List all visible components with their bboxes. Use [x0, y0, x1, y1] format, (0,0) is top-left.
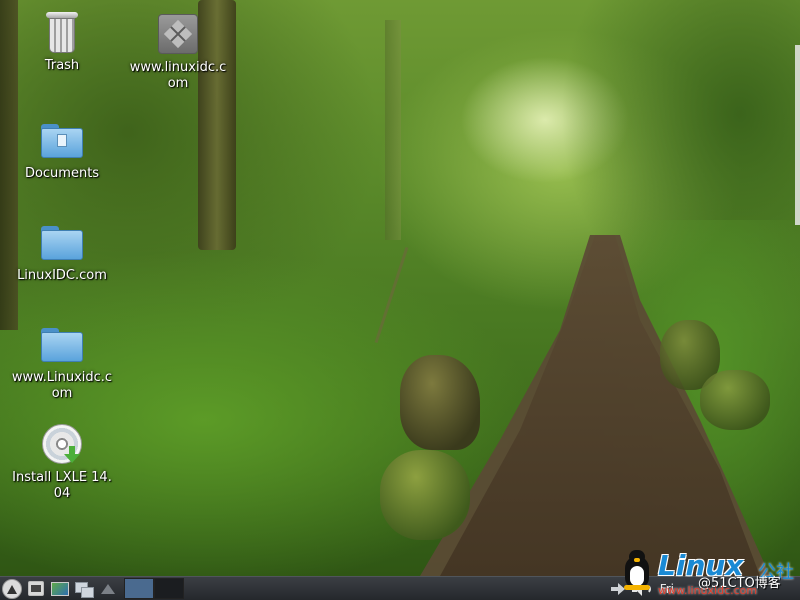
tray-network[interactable] — [606, 578, 630, 600]
desktop-wallpaper — [0, 0, 800, 576]
desktop-icon-label: Install LXLE 14.04 — [12, 470, 112, 501]
wallpaper-mossy-rock — [380, 450, 470, 540]
monitor-icon — [51, 581, 69, 596]
window-switcher-button[interactable] — [72, 578, 96, 600]
desktop-icon-install-lxle[interactable]: Install LXLE 14.04 — [10, 420, 114, 502]
wallpaper-mossy-rock — [700, 370, 770, 430]
download-arrow-icon — [64, 446, 80, 464]
volume-icon — [631, 581, 652, 596]
desktop-icon-label: www.linuxidc.com — [129, 60, 227, 91]
desktop-icon-documents[interactable]: Documents — [10, 116, 114, 182]
workspace-1[interactable] — [124, 578, 154, 599]
arrow-right-icon — [610, 582, 625, 595]
desktop-icon-label: Trash — [44, 58, 80, 73]
tray-volume[interactable] — [630, 578, 654, 600]
windows-icon — [75, 581, 94, 598]
arrow-up-icon — [101, 583, 115, 594]
desktop-launcher[interactable] — [48, 578, 72, 600]
desktop-icon-label: Documents — [24, 166, 100, 181]
desktop-icon-label: LinuxIDC.com — [17, 268, 107, 283]
window-edge-sliver — [795, 45, 800, 225]
panel-clock[interactable]: Fri — [654, 582, 680, 596]
desktop-icon-linuxidc-site[interactable]: www.linuxidc.com — [126, 10, 230, 92]
start-menu-button[interactable] — [0, 578, 24, 600]
minimize-all-button[interactable] — [96, 578, 120, 600]
taskbar-panel: Fri — [0, 576, 800, 600]
cd-install-icon — [38, 420, 86, 468]
desktop-icon-trash[interactable]: Trash — [10, 8, 114, 74]
workspace-2[interactable] — [154, 578, 184, 599]
wallpaper-mossy-rock — [400, 355, 480, 450]
desktop-icon-label: www.Linuxidc.com — [11, 370, 113, 401]
trash-icon — [38, 8, 86, 56]
folder-icon — [38, 320, 86, 368]
application-icon — [154, 10, 202, 58]
folder-icon — [38, 218, 86, 266]
desktop-icon-linuxidc-folder[interactable]: LinuxIDC.com — [10, 218, 114, 284]
wallpaper-tree-trunk — [385, 20, 401, 240]
start-menu-icon — [2, 578, 22, 599]
folder-documents-icon — [38, 116, 86, 164]
desktop-icon-www-linuxidc-folder[interactable]: www.Linuxidc.com — [10, 320, 114, 402]
terminal-icon — [28, 581, 44, 596]
terminal-launcher[interactable] — [24, 578, 48, 600]
